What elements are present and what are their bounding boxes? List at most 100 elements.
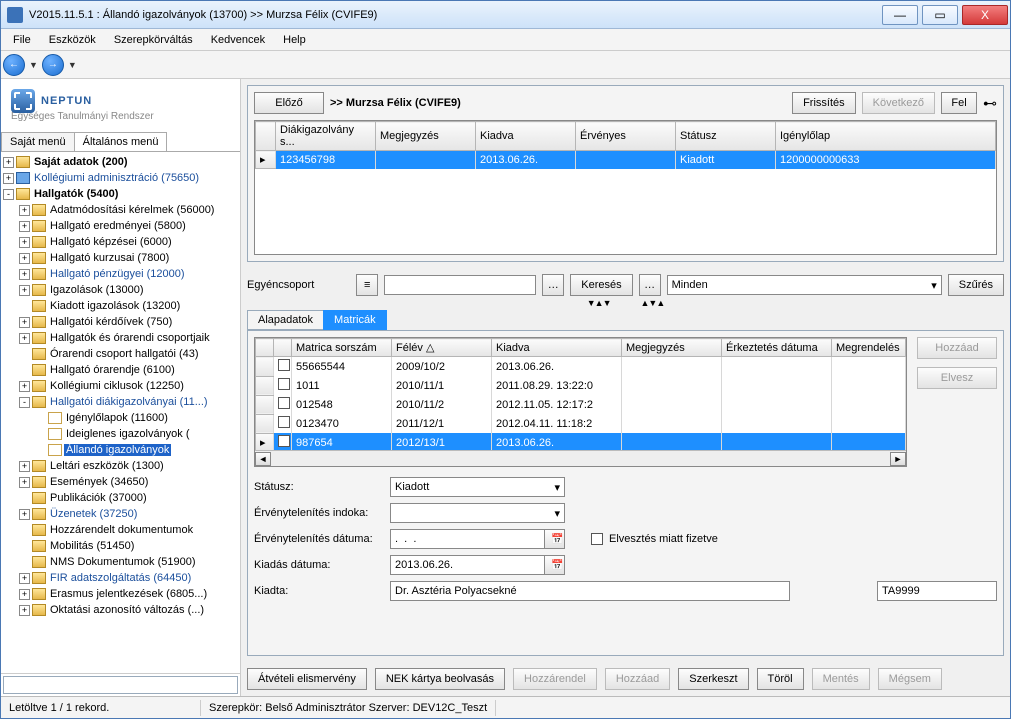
tree-item[interactable]: NMS Dokumentumok (51900) [3,554,238,570]
hscroll-right-button[interactable]: ► [890,452,906,466]
tree-item[interactable]: +Hallgató képzései (6000) [3,234,238,250]
tree-item[interactable]: +Igazolások (13000) [3,282,238,298]
tree-item[interactable]: +Hallgatói kérdőívek (750) [3,314,238,330]
grid2-col-3[interactable]: Félév △ [392,339,492,357]
tree-item[interactable]: Órarendi csoport hallgatói (43) [3,346,238,362]
invalidation-date-input[interactable] [390,529,545,549]
tree-item[interactable]: Igénylőlapok (11600) [3,410,238,426]
grid1-col-cardno[interactable]: Diákigazolvány s... [276,122,376,151]
row-checkbox[interactable] [278,397,290,409]
tree-item[interactable]: Ideiglenes igazolványok ( [3,426,238,442]
issue-date-input[interactable] [390,555,545,575]
tree-item[interactable]: +Hallgató kurzusai (7800) [3,250,238,266]
tree-item[interactable]: -Hallgatók (5400) [3,186,238,202]
grid2-col-4[interactable]: Kiadva [492,339,622,357]
menu-help[interactable]: Help [275,32,314,48]
refresh-button[interactable]: Frissítés [792,92,856,114]
sidetab-own-menu[interactable]: Saját menü [1,132,75,151]
tree-item[interactable]: +Hallgató eredményei (5800) [3,218,238,234]
row-checkbox[interactable] [278,359,290,371]
tab-basic-data[interactable]: Alapadatok [247,310,324,330]
invalidation-date-picker-button[interactable]: 📅 [545,529,565,549]
search-extra-button[interactable]: … [639,274,661,296]
tree-item[interactable]: Hallgató órarendje (6100) [3,362,238,378]
tree-item[interactable]: Állandó igazolványok [3,442,238,458]
filter-button[interactable]: Szűrés [948,274,1004,296]
hscroll-left-button[interactable]: ◄ [255,452,271,466]
tree-item[interactable]: +Üzenetek (37250) [3,506,238,522]
tree-item[interactable]: +Leltári eszközök (1300) [3,458,238,474]
group-mode-button[interactable]: ≡ [356,274,378,296]
grid1-col-status[interactable]: Státusz [676,122,776,151]
nav-back-dropdown-icon[interactable]: ▼ [29,60,38,70]
grid1-col-note[interactable]: Megjegyzés [376,122,476,151]
quick-search-input[interactable] [3,676,238,694]
tree-item[interactable]: Kiadott igazolások (13200) [3,298,238,314]
tree-item[interactable]: +Kollégiumi ciklusok (12250) [3,378,238,394]
pin-icon[interactable]: ⊷ [983,95,997,112]
menu-tools[interactable]: Eszközök [41,32,104,48]
grid2-row[interactable]: 10112010/11/12011.08.29. 13:22:0 [256,376,906,395]
tree-expander[interactable]: + [19,589,30,600]
grid2-col-5[interactable]: Megjegyzés [622,339,722,357]
status-select[interactable]: Kiadott▾ [390,477,565,497]
tree-expander[interactable]: + [19,605,30,616]
prev-button[interactable]: Előző [254,92,324,114]
grid2-row[interactable]: 556655442009/10/22013.06.26. [256,357,906,377]
tree-item[interactable]: +Adatmódosítási kérelmek (56000) [3,202,238,218]
tree-expander[interactable]: + [19,333,30,344]
nav-forward-button[interactable]: → [42,54,64,76]
tree-item[interactable]: +Kollégiumi adminisztráció (75650) [3,170,238,186]
menu-rolechange[interactable]: Szerepkörváltás [106,32,201,48]
tree-expander[interactable]: + [3,157,14,168]
close-button[interactable]: X [962,5,1008,25]
tree-item[interactable]: Mobilitás (51450) [3,538,238,554]
menu-file[interactable]: File [5,32,39,48]
grid-stickers[interactable]: Matrica sorszámFélév △KiadvaMegjegyzésÉr… [254,337,907,467]
tree-item[interactable]: +Oktatási azonosító változás (...) [3,602,238,618]
tree-expander[interactable]: + [19,221,30,232]
tree-item[interactable]: +FIR adatszolgáltatás (64450) [3,570,238,586]
issuer-code-input[interactable] [877,581,997,601]
grid2-col-1[interactable] [274,339,292,357]
filter-scope-select[interactable]: Minden▾ [667,275,942,295]
issue-date-picker-button[interactable]: 📅 [545,555,565,575]
tree-item[interactable]: Hozzárendelt dokumentumok [3,522,238,538]
grid2-col-6[interactable]: Érkeztetés dátuma [722,339,832,357]
edit-button[interactable]: Szerkeszt [678,668,748,690]
sidetab-general-menu[interactable]: Általános menü [74,132,168,151]
grid-idcards[interactable]: Diákigazolvány s... Megjegyzés Kiadva Ér… [254,120,997,255]
tree-item[interactable]: +Hallgató pénzügyei (12000) [3,266,238,282]
grid2-col-0[interactable] [256,339,274,357]
tree-expander[interactable]: + [19,509,30,520]
tree-expander[interactable]: + [19,237,30,248]
up-button[interactable]: Fel [941,92,977,114]
tree-expander[interactable]: + [19,205,30,216]
tab-stickers[interactable]: Matricák [323,310,387,330]
grid2-col-7[interactable]: Megrendelés [832,339,906,357]
nav-tree[interactable]: +Saját adatok (200)+Kollégiumi adminiszt… [1,152,240,673]
issuer-name-input[interactable] [390,581,790,601]
tree-expander[interactable]: + [3,173,14,184]
tree-expander[interactable]: + [19,317,30,328]
grid1-col-reqform[interactable]: Igénylőlap [776,122,996,151]
grid2-row[interactable]: 01234702011/12/12012.04.11. 11:18:2 [256,414,906,433]
tree-expander[interactable]: + [19,269,30,280]
search-input[interactable] [384,275,536,295]
grid2-col-2[interactable]: Matrica sorszám [292,339,392,357]
tree-expander[interactable]: + [19,477,30,488]
delete-button[interactable]: Töröl [757,668,804,690]
menu-favorites[interactable]: Kedvencek [203,32,273,48]
tree-item[interactable]: -Hallgatói diákigazolványai (11...) [3,394,238,410]
row-checkbox[interactable] [278,378,290,390]
minimize-button[interactable]: — [882,5,918,25]
grid1-col-valid[interactable]: Érvényes [576,122,676,151]
tree-item[interactable]: +Események (34650) [3,474,238,490]
tree-expander[interactable]: + [19,285,30,296]
grid1-col-issued[interactable]: Kiadva [476,122,576,151]
invalidation-reason-select[interactable]: ▾ [390,503,565,523]
row-checkbox[interactable] [278,435,290,447]
tree-item[interactable]: Publikációk (37000) [3,490,238,506]
tree-expander[interactable]: - [3,189,14,200]
tree-item[interactable]: +Erasmus jelentkezések (6805...) [3,586,238,602]
